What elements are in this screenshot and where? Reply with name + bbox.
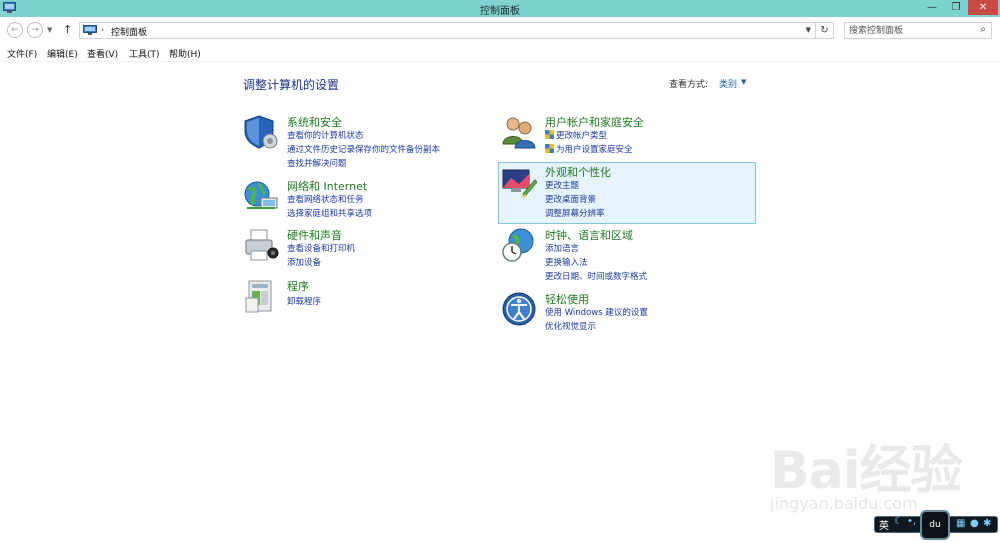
- moon-icon[interactable]: ☾: [894, 516, 903, 527]
- page-title: 调整计算机的设置: [243, 78, 340, 92]
- menu-view[interactable]: 查看(V): [87, 47, 118, 60]
- link-view-computer-status[interactable]: 查看你的计算机状态: [287, 129, 364, 141]
- link-network-status[interactable]: 查看网络状态和任务: [287, 193, 364, 205]
- menu-edit[interactable]: 编辑(E): [47, 47, 78, 60]
- title-bar: 控制面板 — ❐ ✕: [0, 0, 1000, 17]
- link-use-recommended-settings[interactable]: 使用 Windows 建议的设置: [545, 306, 648, 318]
- maximize-button[interactable]: ❐: [944, 0, 968, 15]
- up-arrow-icon[interactable]: ↑: [63, 23, 72, 36]
- refresh-button[interactable]: ↻: [816, 22, 834, 39]
- category-title[interactable]: 外观和个性化: [545, 164, 611, 180]
- chevron-down-icon[interactable]: ▼: [806, 26, 811, 34]
- window-title: 控制面板: [480, 6, 520, 17]
- recent-locations-dropdown-icon[interactable]: ▼: [47, 26, 52, 34]
- link-devices-printers[interactable]: 查看设备和打印机: [287, 242, 355, 254]
- address-bar[interactable]: › 控制面板 ▼: [79, 22, 816, 39]
- back-button[interactable]: ←: [7, 22, 23, 38]
- category-title[interactable]: 系统和安全: [287, 114, 342, 130]
- punctuation-icon[interactable]: •,: [907, 516, 916, 527]
- ime-toolbar[interactable]: 英 ☾ •, du ▦ ● ✱: [874, 510, 998, 540]
- category-title[interactable]: 轻松使用: [545, 291, 589, 307]
- minimize-button[interactable]: —: [920, 0, 944, 15]
- printer-icon: [245, 229, 279, 261]
- users-icon: [502, 117, 536, 149]
- breadcrumb-separator: ›: [101, 25, 105, 34]
- category-title[interactable]: 网络和 Internet: [287, 178, 367, 194]
- programs-icon: [245, 280, 272, 313]
- link-family-safety[interactable]: 为用户设置家庭安全: [545, 143, 633, 155]
- link-change-theme[interactable]: 更改主题: [545, 179, 579, 191]
- link-add-device[interactable]: 添加设备: [287, 256, 321, 268]
- close-button[interactable]: ✕: [968, 0, 998, 15]
- baidu-watermark: Bai经验: [770, 441, 963, 501]
- keyboard-icon[interactable]: ▦: [956, 518, 968, 530]
- arrow-right-icon: →: [31, 25, 39, 35]
- search-box[interactable]: ⌕: [844, 22, 992, 39]
- ime-language-toggle[interactable]: 英: [879, 517, 889, 532]
- clock-globe-icon: [502, 228, 534, 262]
- breadcrumb-control-panel[interactable]: 控制面板: [111, 25, 147, 38]
- user-icon[interactable]: ●: [970, 518, 982, 530]
- link-label[interactable]: 为用户设置家庭安全: [556, 145, 633, 155]
- address-row: ← → ▼ ↑ › 控制面板 ▼ ↻ ⌕: [0, 17, 1000, 43]
- link-uninstall-program[interactable]: 卸载程序: [287, 295, 321, 307]
- link-change-background[interactable]: 更改桌面背景: [545, 193, 596, 205]
- uac-shield-icon: [545, 144, 554, 153]
- ease-of-access-icon: [502, 292, 536, 326]
- baidu-paw-icon[interactable]: du: [920, 510, 950, 540]
- link-change-account-type[interactable]: 更改帐户类型: [545, 129, 607, 141]
- category-title[interactable]: 用户帐户和家庭安全: [545, 114, 644, 130]
- menu-help[interactable]: 帮助(H): [169, 47, 201, 60]
- category-title[interactable]: 时钟、语言和区域: [545, 227, 633, 243]
- link-homegroup-sharing[interactable]: 选择家庭组和共享选项: [287, 207, 372, 219]
- search-icon[interactable]: ⌕: [980, 24, 986, 35]
- link-change-date-time-format[interactable]: 更改日期、时间或数字格式: [545, 270, 647, 282]
- arrow-left-icon: ←: [11, 25, 19, 35]
- gear-icon[interactable]: ✱: [983, 518, 995, 530]
- menu-tools[interactable]: 工具(T): [129, 47, 160, 60]
- appearance-icon: [502, 169, 537, 198]
- link-optimize-visual-display[interactable]: 优化视觉显示: [545, 320, 596, 332]
- link-screen-resolution[interactable]: 调整屏幕分辨率: [545, 207, 605, 219]
- forward-button[interactable]: →: [27, 22, 43, 38]
- shield-icon: [244, 115, 278, 149]
- link-change-input-method[interactable]: 更换输入法: [545, 256, 588, 268]
- menu-file[interactable]: 文件(F): [7, 47, 37, 60]
- link-label[interactable]: 更改帐户类型: [556, 131, 607, 141]
- paw-label: du: [929, 520, 941, 530]
- network-globe-icon: [244, 181, 278, 209]
- view-by-dropdown[interactable]: 类别: [719, 77, 737, 90]
- view-by-label: 查看方式:: [669, 80, 709, 90]
- menu-bar: 文件(F) 编辑(E) 查看(V) 工具(T) 帮助(H): [0, 43, 1000, 62]
- caret-down-icon[interactable]: ▼: [741, 78, 746, 86]
- refresh-icon: ↻: [820, 25, 829, 36]
- control-panel-icon: [83, 25, 97, 35]
- category-title[interactable]: 程序: [287, 278, 309, 294]
- link-file-history[interactable]: 通过文件历史记录保存你的文件备份副本: [287, 143, 440, 155]
- uac-shield-icon: [545, 130, 554, 139]
- link-add-language[interactable]: 添加语言: [545, 242, 579, 254]
- search-input[interactable]: [845, 23, 965, 38]
- category-title[interactable]: 硬件和声音: [287, 227, 342, 243]
- link-troubleshoot[interactable]: 查找并解决问题: [287, 157, 347, 169]
